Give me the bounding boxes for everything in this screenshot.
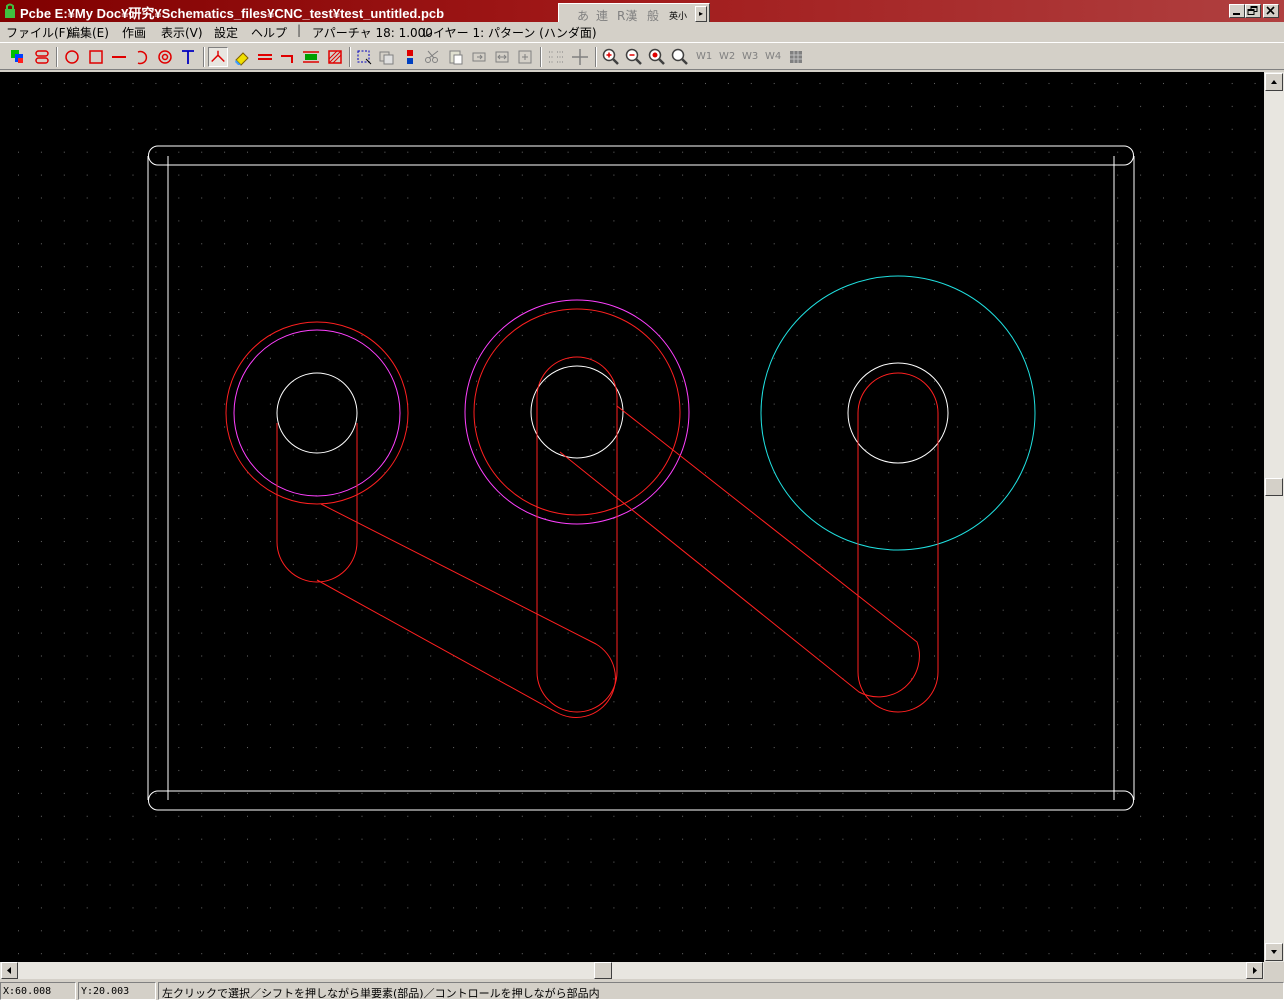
aperture-indicator: アパーチャ 18: 1.000: [312, 26, 433, 40]
arrow-down-icon: [1271, 950, 1277, 954]
line-tool-icon[interactable]: [109, 47, 129, 67]
ime-arrow-button[interactable]: ▸: [695, 6, 707, 22]
rotate-icon[interactable]: [469, 47, 489, 67]
window-title: Pcbe E:¥My Doc¥研究¥Schematics_files¥CNC_t…: [20, 6, 445, 21]
toolbar-separator: [203, 47, 205, 67]
pcb-canvas[interactable]: [0, 72, 1264, 962]
layer-color-icon[interactable]: [8, 47, 28, 67]
rectangle-tool-icon[interactable]: [86, 47, 106, 67]
zoom-fit-icon[interactable]: [647, 47, 667, 67]
horizontal-scroll-thumb[interactable]: [594, 962, 612, 979]
menu-edit[interactable]: 編集(E): [68, 24, 109, 41]
title-bar: Pcbe E:¥My Doc¥研究¥Schematics_files¥CNC_t…: [0, 0, 1284, 25]
vertical-scrollbar[interactable]: [1264, 72, 1284, 962]
menu-draw[interactable]: 作画: [122, 24, 146, 41]
view-w2-button[interactable]: W2: [719, 51, 735, 62]
menu-bar: ファイル(F) 編集(E) 作画 表示(V) 設定 ヘルプ | アパーチャ 18…: [0, 22, 1284, 41]
zoom-out-icon[interactable]: [624, 47, 644, 67]
restore-icon: [1247, 6, 1258, 15]
paste-icon[interactable]: [446, 47, 466, 67]
pcb-canvas-area[interactable]: [0, 72, 1264, 962]
scroll-left-button[interactable]: [1, 962, 18, 979]
status-y-coordinate: Y:20.003: [78, 982, 156, 1000]
toolbar-separator: [595, 47, 597, 67]
app-icon: [5, 3, 15, 18]
grid-icon[interactable]: [546, 47, 566, 67]
text-tool-icon[interactable]: [178, 47, 198, 67]
restore-button[interactable]: [1245, 4, 1261, 18]
move-icon[interactable]: [400, 47, 420, 67]
toolbar-separator: [540, 47, 542, 67]
grid-toggle-icon[interactable]: [786, 47, 806, 67]
jumper-icon[interactable]: [278, 47, 298, 67]
minimize-icon: [1233, 13, 1240, 15]
view-w4-button[interactable]: W4: [765, 51, 781, 62]
menu-divider: |: [297, 23, 302, 37]
arrow-left-icon: [7, 967, 11, 974]
arrow-right-icon: [1253, 967, 1257, 974]
menu-file[interactable]: ファイル(F): [6, 24, 70, 41]
parallel-line-icon[interactable]: [255, 47, 275, 67]
cut-icon[interactable]: [423, 47, 443, 67]
zoom-window-icon[interactable]: [670, 47, 690, 67]
zoom-in-icon[interactable]: [601, 47, 621, 67]
close-button[interactable]: [1263, 4, 1279, 18]
eraser-tool-icon[interactable]: [232, 47, 252, 67]
status-x-coordinate: X:60.008: [0, 982, 76, 1000]
grid-dots: [0, 72, 1264, 962]
menu-settings[interactable]: 設定: [214, 24, 238, 41]
status-bar: X:60.008 Y:20.003 左クリックで選択／シフトを押しながら単要素(…: [0, 981, 1284, 1000]
layer-indicator: レイヤー 1: パターン (ハンダ面): [421, 26, 597, 40]
select-icon[interactable]: [354, 47, 374, 67]
component-icon[interactable]: [301, 47, 321, 67]
vertical-scroll-thumb[interactable]: [1265, 478, 1283, 496]
mirror-icon[interactable]: [492, 47, 512, 67]
view-w1-button[interactable]: W1: [696, 51, 712, 62]
close-icon: [1266, 6, 1275, 15]
status-message: 左クリックで選択／シフトを押しながら単要素(部品)／コントロールを押しながら部品…: [158, 982, 1284, 1000]
circle-tool-icon[interactable]: [62, 47, 82, 67]
toolbar: W1 W2 W3 W4: [0, 42, 1284, 70]
scroll-up-button[interactable]: [1265, 73, 1283, 91]
via-icon[interactable]: [32, 47, 52, 67]
toolbar-separator: [56, 47, 58, 67]
pattern-tool-icon[interactable]: [208, 47, 228, 67]
scroll-corner: [1264, 962, 1284, 979]
horizontal-scrollbar[interactable]: [0, 962, 1264, 979]
minimize-button[interactable]: [1229, 4, 1245, 18]
hatch-icon[interactable]: [325, 47, 345, 67]
scroll-right-button[interactable]: [1246, 962, 1263, 979]
ime-mode[interactable]: 英小: [669, 9, 687, 22]
toolbar-separator: [349, 47, 351, 67]
crosshair-icon[interactable]: [570, 47, 590, 67]
copy-icon[interactable]: [377, 47, 397, 67]
menu-help[interactable]: ヘルプ: [251, 24, 287, 41]
resize-icon[interactable]: [515, 47, 535, 67]
pad-tool-icon[interactable]: [155, 47, 175, 67]
scroll-down-button[interactable]: [1265, 943, 1283, 961]
view-w3-button[interactable]: W3: [742, 51, 758, 62]
menu-view[interactable]: 表示(V): [161, 24, 203, 41]
arc-tool-icon[interactable]: [132, 47, 152, 67]
arrow-up-icon: [1271, 80, 1277, 84]
